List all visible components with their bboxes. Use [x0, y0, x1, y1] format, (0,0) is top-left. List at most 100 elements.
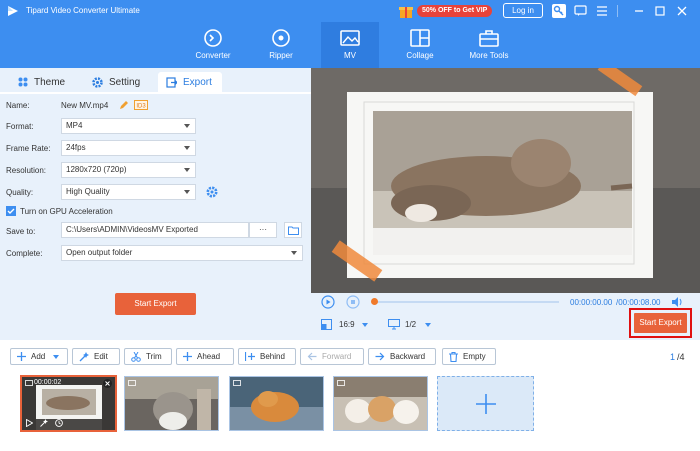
open-folder-button[interactable]: [284, 222, 302, 238]
complete-select[interactable]: Open output folder: [61, 245, 303, 261]
trim-button[interactable]: Trim: [124, 348, 172, 365]
edit-button[interactable]: Edit: [72, 348, 120, 365]
nav-label: Ripper: [269, 51, 293, 60]
play-icon[interactable]: [26, 419, 33, 427]
backward-button[interactable]: Backward: [368, 348, 436, 365]
quality-settings-gear-icon[interactable]: [206, 186, 218, 198]
trim-label: Trim: [146, 352, 162, 361]
chevron-down-icon: [184, 146, 190, 150]
tab-setting[interactable]: Setting: [92, 72, 140, 92]
nav-ripper[interactable]: Ripper: [252, 22, 310, 68]
behind-label: Behind: [260, 352, 285, 361]
chevron-down-icon: [184, 124, 190, 128]
start-export-button[interactable]: Start Export: [115, 293, 196, 315]
chevron-down-icon[interactable]: [362, 323, 368, 327]
progress-track[interactable]: [373, 301, 559, 303]
page-current: 1: [670, 352, 676, 362]
ahead-label: Ahead: [197, 352, 221, 361]
saveto-path-field[interactable]: C:\Users\ADMIN\VideosMV Exported: [61, 222, 249, 238]
saveto-value: C:\Users\ADMIN\VideosMV Exported: [66, 225, 198, 234]
framerate-select[interactable]: 24fps: [61, 140, 196, 156]
nav-mv[interactable]: MV: [321, 22, 379, 68]
add-clip-button[interactable]: [437, 376, 534, 431]
login-button[interactable]: Log in: [503, 3, 543, 18]
resolution-value: 1280x720 (720p): [66, 165, 127, 174]
tab-label: Export: [183, 76, 212, 88]
clip-image: [334, 377, 427, 430]
gift-icon: [399, 6, 413, 18]
clip-thumbnail-1[interactable]: 00:00:02: [20, 375, 117, 432]
quality-select[interactable]: High Quality: [61, 184, 196, 200]
stop-icon[interactable]: [346, 295, 360, 309]
behind-button[interactable]: Behind: [238, 348, 296, 365]
player-controls: 00:00:00.00 /00:00:08.00 16:9 1/2 Start …: [311, 293, 700, 340]
aspect-ratio-value[interactable]: 16:9: [339, 320, 355, 329]
chevron-down-icon: [53, 354, 60, 359]
browse-more-button[interactable]: ···: [249, 222, 277, 238]
format-select[interactable]: MP4: [61, 118, 196, 134]
nav-label: More Tools: [469, 51, 509, 60]
id3-icon[interactable]: ID3: [134, 100, 148, 110]
volume-icon[interactable]: [671, 296, 683, 308]
clip-timeline: 00:00:02: [0, 372, 700, 451]
tab-label: Theme: [34, 76, 66, 88]
plus-icon: [475, 393, 496, 414]
tab-export[interactable]: Export: [158, 72, 222, 92]
edit-name-icon[interactable]: [119, 100, 129, 110]
complete-value: Open output folder: [66, 248, 133, 257]
maximize-icon[interactable]: [652, 3, 668, 19]
preview-start-export-button[interactable]: Start Export: [634, 313, 687, 333]
close-icon[interactable]: [674, 3, 690, 19]
time-total: /00:00:08.00: [616, 298, 661, 307]
app-logo-icon: [8, 6, 18, 16]
magic-wand-icon[interactable]: [40, 419, 48, 427]
empty-button[interactable]: Empty: [442, 348, 496, 365]
vip-promo[interactable]: 50% OFF to Get VIP: [398, 2, 493, 19]
video-icon: [128, 380, 136, 386]
page-value[interactable]: 1/2: [405, 320, 416, 329]
format-label: Format:: [6, 122, 34, 131]
add-button[interactable]: Add: [10, 348, 68, 365]
settings-panel: Theme Setting Export Name: New MV.mp4 ID…: [0, 68, 311, 340]
clip-thumbnail-2[interactable]: [124, 376, 219, 431]
backward-icon: [375, 352, 385, 361]
start-export-highlight: Start Export: [629, 308, 692, 338]
gpu-checkbox[interactable]: [6, 206, 16, 216]
key-icon[interactable]: [551, 3, 567, 19]
progress-handle[interactable]: [371, 298, 378, 305]
ahead-button[interactable]: Ahead: [176, 348, 234, 365]
clip-image: [230, 377, 323, 430]
theme-icon: [18, 77, 28, 87]
nav-label: MV: [344, 51, 356, 60]
clip-thumbnail-4[interactable]: [333, 376, 428, 431]
complete-label: Complete:: [6, 249, 43, 258]
tab-theme[interactable]: Theme: [18, 72, 65, 92]
empty-label: Empty: [463, 352, 486, 361]
chat-icon[interactable]: [572, 3, 588, 19]
resolution-select[interactable]: 1280x720 (720p): [61, 162, 196, 178]
framerate-label: Frame Rate:: [6, 144, 51, 153]
chevron-down-icon[interactable]: [425, 323, 431, 327]
nav-converter[interactable]: Converter: [184, 22, 242, 68]
resolution-label: Resolution:: [6, 166, 47, 175]
title-bar: Tipard Video Converter Ultimate 50% OFF …: [0, 0, 700, 22]
play-icon[interactable]: [321, 295, 335, 309]
chevron-down-icon: [184, 168, 190, 172]
close-icon[interactable]: [103, 379, 112, 388]
gpu-label: Turn on GPU Acceleration: [20, 207, 113, 216]
nav-collage[interactable]: Collage: [391, 22, 449, 68]
clip-duration: 00:00:02: [34, 379, 62, 386]
minimize-icon[interactable]: [631, 3, 647, 19]
nav-label: Collage: [406, 51, 434, 60]
menu-icon[interactable]: [594, 3, 610, 19]
collage-icon: [410, 29, 430, 47]
clip-thumbnail-3[interactable]: [229, 376, 324, 431]
framerate-value: 24fps: [66, 143, 86, 152]
forward-icon: [307, 352, 317, 361]
clock-icon[interactable]: [55, 419, 63, 427]
folder-icon: [288, 226, 299, 235]
format-value: MP4: [66, 121, 83, 130]
nav-more-tools[interactable]: More Tools: [459, 22, 519, 68]
forward-button[interactable]: Forward: [300, 348, 364, 365]
app-title: Tipard Video Converter Ultimate: [26, 6, 140, 15]
